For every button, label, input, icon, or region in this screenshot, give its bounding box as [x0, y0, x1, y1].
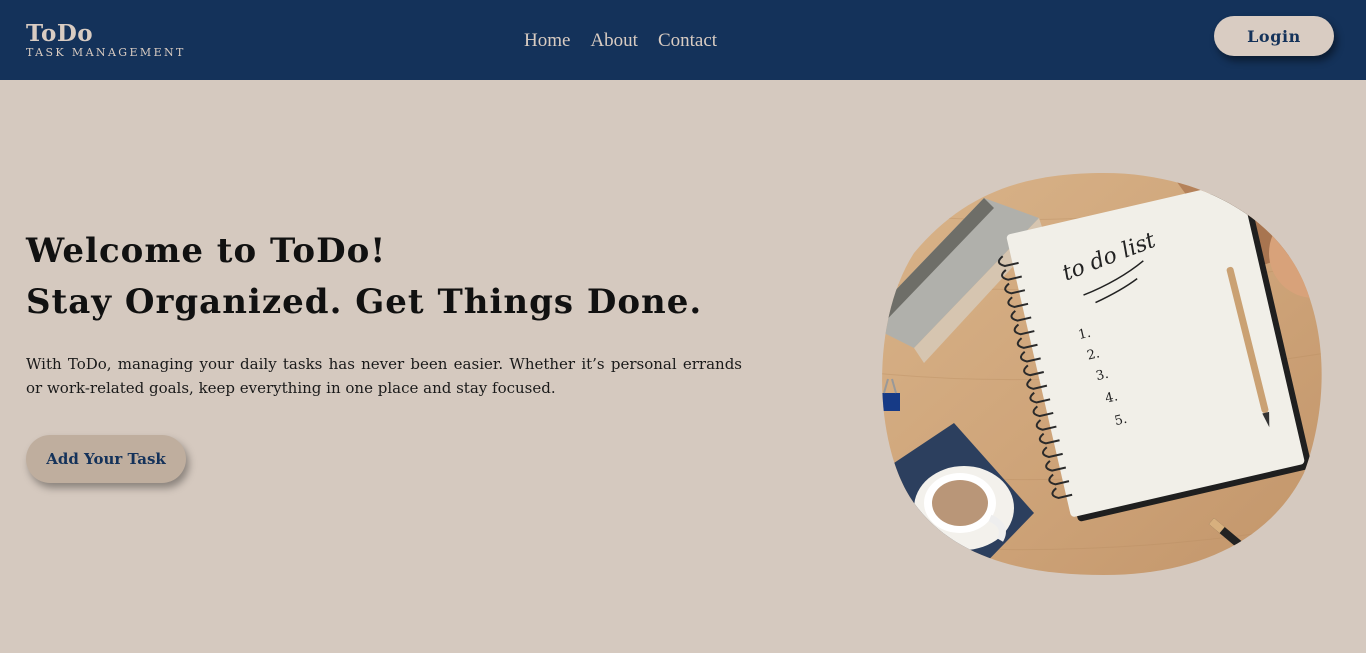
hero-title: Welcome to ToDo! Stay Organized. Get Thi…: [26, 226, 702, 328]
brand-subtitle: TASK MANAGEMENT: [26, 46, 186, 59]
nav-home-link[interactable]: Home: [524, 29, 570, 53]
brand-title: ToDo: [26, 20, 94, 47]
nav-about-link[interactable]: About: [590, 29, 638, 53]
hero-title-line1: Welcome to ToDo!: [26, 231, 387, 271]
todo-desk-illustration: to do list 1. 2. 3. 4. 5.: [882, 173, 1322, 575]
navbar: ToDo TASK MANAGEMENT Home About Contact …: [0, 0, 1366, 80]
hero-image: to do list 1. 2. 3. 4. 5.: [874, 173, 1326, 575]
nav-links: Home About Contact: [524, 29, 717, 53]
hero-description: With ToDo, managing your daily tasks has…: [26, 355, 742, 397]
brand-logo[interactable]: ToDo TASK MANAGEMENT: [26, 20, 186, 59]
nav-contact-link[interactable]: Contact: [658, 29, 717, 53]
login-button[interactable]: Login: [1214, 16, 1334, 56]
add-task-button[interactable]: Add Your Task: [26, 435, 186, 483]
hero-title-line2: Stay Organized. Get Things Done.: [26, 282, 703, 322]
